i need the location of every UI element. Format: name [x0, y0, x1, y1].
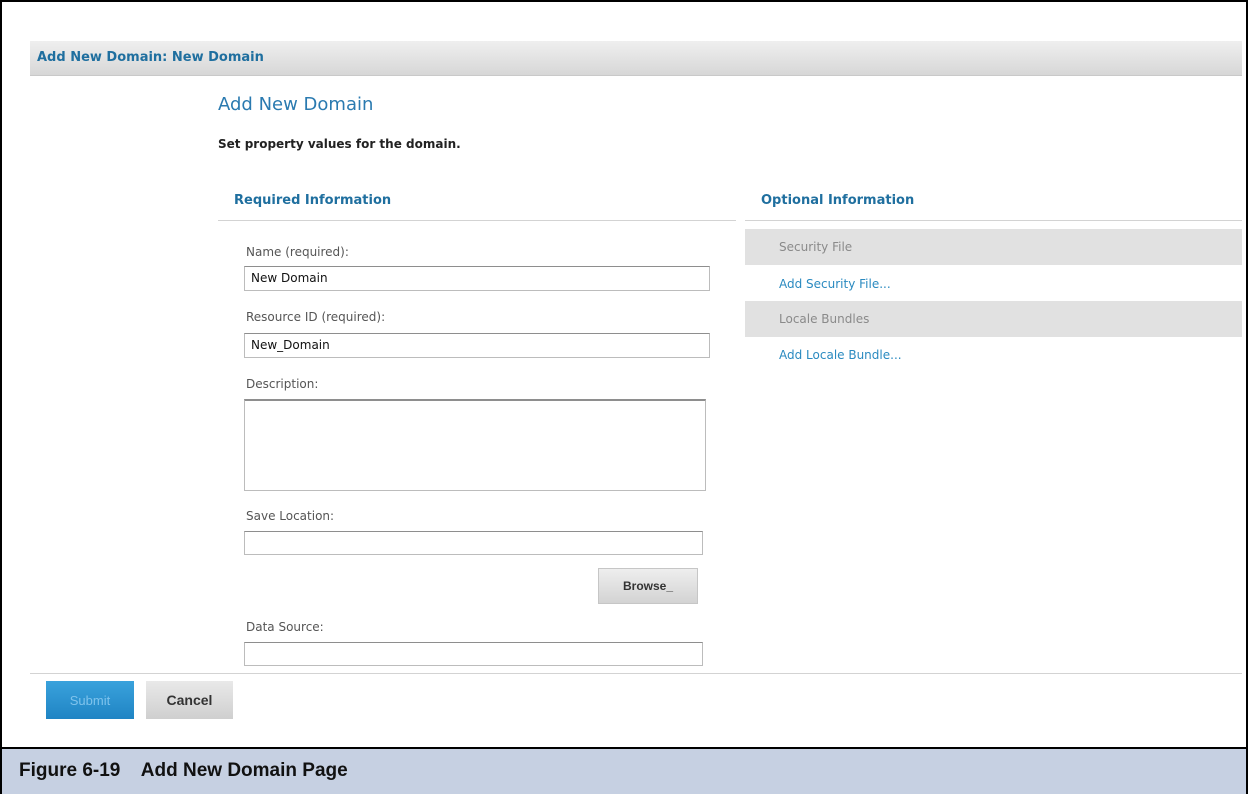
- data-source-input[interactable]: [244, 642, 703, 666]
- optional-heading-divider: [745, 220, 1242, 221]
- required-info-heading: Required Information: [234, 193, 392, 208]
- optional-info-heading: Optional Information: [761, 193, 915, 208]
- save-location-label: Save Location:: [246, 509, 335, 523]
- data-source-label: Data Source:: [246, 620, 324, 634]
- submit-button[interactable]: Submit: [46, 681, 134, 719]
- page-title-bar: Add New Domain: New Domain: [30, 41, 1242, 76]
- security-file-group-header: Security File: [745, 229, 1242, 265]
- description-label: Description:: [246, 377, 319, 391]
- figure-caption: Figure 6-19 Add New Domain Page: [19, 760, 348, 781]
- description-textarea[interactable]: [244, 399, 706, 491]
- security-file-group-title: Security File: [779, 240, 853, 254]
- save-location-input[interactable]: [244, 531, 703, 555]
- locale-bundles-group-header: Locale Bundles: [745, 301, 1242, 337]
- name-input[interactable]: New Domain: [244, 266, 710, 291]
- window-title: Add New Domain: New Domain: [37, 50, 264, 65]
- add-security-file-link[interactable]: Add Security File...: [779, 277, 891, 291]
- resource-id-input[interactable]: New_Domain: [244, 333, 710, 358]
- add-locale-bundle-link[interactable]: Add Locale Bundle...: [779, 348, 902, 362]
- cancel-button[interactable]: Cancel: [146, 681, 233, 719]
- resource-id-label: Resource ID (required):: [246, 310, 386, 324]
- browse-button[interactable]: Browse_: [598, 568, 698, 604]
- locale-bundles-group-title: Locale Bundles: [779, 312, 870, 326]
- page-subtitle: Set property values for the domain.: [218, 137, 461, 151]
- figure-caption-bar: Figure 6-19 Add New Domain Page: [0, 747, 1248, 794]
- name-label: Name (required):: [246, 245, 349, 259]
- page-title: Add New Domain: [218, 94, 374, 115]
- required-heading-divider: [218, 220, 736, 221]
- footer-divider: [30, 673, 1242, 674]
- screenshot-frame: [0, 0, 1248, 794]
